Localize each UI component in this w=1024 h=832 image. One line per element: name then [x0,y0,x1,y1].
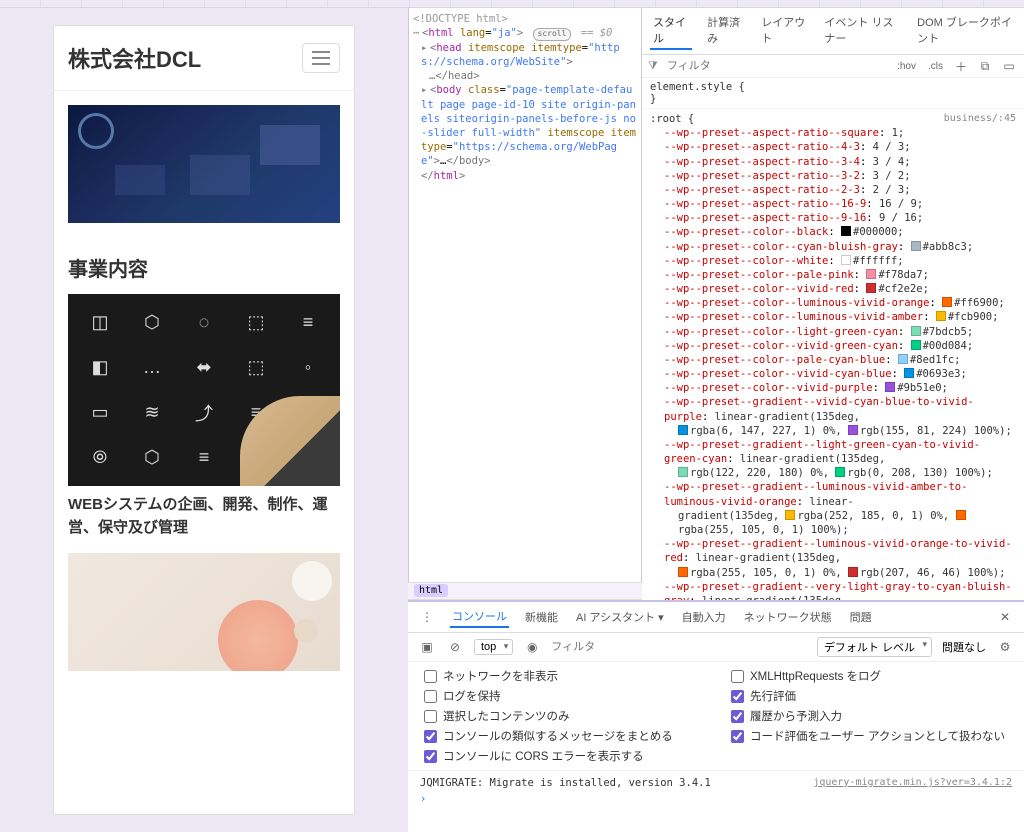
tab-event-listeners[interactable]: イベント リスナー [821,12,902,50]
styles-filter-input[interactable] [664,57,888,75]
console-setting-checkbox[interactable]: 履歴から予測入力 [731,708,1008,724]
console-setting-checkbox[interactable]: コード評価をユーザー アクションとして扱わない [731,728,1008,744]
dom-breadcrumb[interactable]: html [408,582,642,600]
responsive-preview-pane: 株式会社DCL 事業内容 ◫⬡◌⬚≡ ◧…⬌⬚◦ ▭≋⤴≡ ⦾⬡≡ WEBシステ… [0,8,408,832]
tab-ai-assistant[interactable]: AI アシスタント ▾ [574,607,666,627]
css-gradient-stops[interactable]: rgb(122, 220, 180) 0%, rgb(0, 208, 130) … [650,466,1016,480]
scroll-badge: scroll [533,28,572,41]
css-var-line[interactable]: --wp--preset--aspect-ratio--3-4: 3 / 4; [650,155,1016,169]
css-gradient-stops[interactable]: gradient(135deg, rgba(252, 185, 0, 1) 0%… [650,509,1016,537]
css-var-line[interactable]: --wp--preset--color--black: #000000; [650,225,1016,239]
computed-icon[interactable]: ⧉ [976,57,994,75]
top-ruler [0,0,1024,8]
console-setting-checkbox[interactable]: 先行評価 [731,688,1008,704]
log-source-link[interactable]: jquery-migrate.min.js?ver=3.4.1:2 [813,777,1012,789]
console-log[interactable]: JQMIGRATE: Migrate is installed, version… [408,771,1024,832]
site-title[interactable]: 株式会社DCL [68,42,201,74]
css-var-line[interactable]: --wp--preset--color--cyan-bluish-gray: #… [650,240,1016,254]
sidebar-toggle-icon[interactable]: ▣ [418,638,436,656]
tab-autofill[interactable]: 自動入力 [680,607,728,627]
hov-toggle[interactable]: :hov [894,59,919,74]
clear-console-icon[interactable]: ⊘ [446,638,464,656]
console-settings-grid: ネットワークを非表示 XMLHttpRequests をログ ログを保持 先行評… [408,662,1024,771]
css-gradient-stops[interactable]: rgba(6, 147, 227, 1) 0%, rgb(155, 81, 22… [650,424,1016,438]
dom-html-close[interactable]: </html> [413,169,637,183]
css-var-line[interactable]: --wp--preset--color--vivid-cyan-blue: #0… [650,367,1016,381]
log-level-selector[interactable]: デフォルト レベル [817,637,932,657]
css-var-line[interactable]: --wp--preset--aspect-ratio--4-3: 4 / 3; [650,140,1016,154]
log-row[interactable]: JQMIGRATE: Migrate is installed, version… [420,777,1012,789]
console-menu-icon[interactable]: ⋮ [418,608,436,626]
css-var-line[interactable]: --wp--preset--color--vivid-green-cyan: #… [650,339,1016,353]
tab-network-conditions[interactable]: ネットワーク状態 [742,607,834,627]
tab-computed[interactable]: 計算済み [704,12,746,50]
css-var-line[interactable]: --wp--preset--aspect-ratio--16-9: 16 / 9… [650,197,1016,211]
css-var-line[interactable]: --wp--preset--color--pale-pink: #f78da7; [650,268,1016,282]
filter-icon: ⧩ [648,60,658,73]
site-frame[interactable]: 株式会社DCL 事業内容 ◫⬡◌⬚≡ ◧…⬌⬚◦ ▭≋⤴≡ ⦾⬡≡ WEBシステ… [54,26,354,814]
hamburger-menu-button[interactable] [302,43,340,73]
console-filter-input[interactable] [551,641,693,653]
close-drawer-icon[interactable]: ✕ [996,608,1014,626]
live-expression-icon[interactable]: ◉ [523,638,541,656]
css-var-line[interactable]: --wp--preset--color--vivid-purple: #9b51… [650,381,1016,395]
tab-styles[interactable]: スタイル [650,12,692,50]
dom-doctype[interactable]: <!DOCTYPE html> [413,12,637,26]
console-setting-checkbox[interactable]: XMLHttpRequests をログ [731,668,1008,684]
root-source-link[interactable]: business/:45 [944,112,1016,126]
tab-whatsnew[interactable]: 新機能 [523,607,560,627]
dom-html[interactable]: ⋯<html lang="ja"> scroll == $0 [413,26,637,41]
css-var-line[interactable]: --wp--preset--color--luminous-vivid-oran… [650,296,1016,310]
cosmetics-image [68,553,340,671]
site-navbar: 株式会社DCL [54,26,354,91]
dom-body-node[interactable]: ▸<body class="page-template-default page… [413,83,637,168]
tab-dom-breakpoints[interactable]: DOM ブレークポイント [914,12,1016,50]
console-prompt[interactable]: › [420,789,1012,805]
card-caption: WEBシステムの企画、開発、制作、運営、保守及び管理 [54,486,354,553]
chalkboard-image: ◫⬡◌⬚≡ ◧…⬌⬚◦ ▭≋⤴≡ ⦾⬡≡ [68,294,340,486]
console-setting-checkbox[interactable]: ログを保持 [424,688,701,704]
tab-console[interactable]: コンソール [450,606,509,628]
styles-tabs: スタイル 計算済み レイアウト イベント リスナー DOM ブレークポイント [642,8,1024,55]
context-selector[interactable]: top [474,639,513,655]
console-setting-checkbox[interactable]: コンソールの類似するメッセージをまとめる [424,728,701,744]
chalk-icons: ◫⬡◌⬚≡ ◧…⬌⬚◦ ▭≋⤴≡ ⦾⬡≡ [78,304,330,476]
css-gradient-line[interactable]: --wp--preset--gradient--luminous-vivid-a… [650,480,1016,508]
css-var-line[interactable]: --wp--preset--color--light-green-cyan: #… [650,325,1016,339]
tab-issues[interactable]: 問題 [848,607,874,627]
css-var-line[interactable]: --wp--preset--color--pale-cyan-blue: #8e… [650,353,1016,367]
css-var-line[interactable]: --wp--preset--aspect-ratio--square: 1; [650,126,1016,140]
element-style-block[interactable]: element.style {} [642,78,1024,109]
console-drawer: ⋮ コンソール 新機能 AI アシスタント ▾ 自動入力 ネットワーク状態 問題… [408,600,1024,832]
styles-filter-row: ⧩ :hov .cls ＋ ⧉ ▭ [642,55,1024,78]
render-icon[interactable]: ▭ [1000,57,1018,75]
css-gradient-stops[interactable]: rgba(255, 105, 0, 1) 0%, rgb(207, 46, 46… [650,566,1016,580]
dom-head[interactable]: ▸<head itemscope itemtype="https://schem… [413,41,637,84]
hero-image [68,105,340,223]
console-setting-checkbox[interactable]: コンソールに CORS エラーを表示する [424,748,701,764]
cls-toggle[interactable]: .cls [925,59,946,74]
console-settings-icon[interactable]: ⚙ [996,638,1014,656]
console-tabs: ⋮ コンソール 新機能 AI アシスタント ▾ 自動入力 ネットワーク状態 問題… [408,602,1024,633]
tab-layout[interactable]: レイアウト [758,12,809,50]
eq-zero: == $0 [581,27,613,39]
css-gradient-line[interactable]: --wp--preset--gradient--light-green-cyan… [650,438,1016,466]
css-var-line[interactable]: --wp--preset--aspect-ratio--2-3: 2 / 3; [650,183,1016,197]
add-rule-icon[interactable]: ＋ [952,57,970,75]
css-var-line[interactable]: --wp--preset--color--white: #ffffff; [650,254,1016,268]
css-var-line[interactable]: --wp--preset--aspect-ratio--9-16: 9 / 16… [650,211,1016,225]
console-setting-checkbox[interactable]: 選択したコンテンツのみ [424,708,701,724]
css-var-line[interactable]: --wp--preset--color--luminous-vivid-ambe… [650,310,1016,324]
css-gradient-line[interactable]: --wp--preset--gradient--vivid-cyan-blue-… [650,395,1016,423]
root-selector[interactable]: :root { [650,112,694,126]
section-heading: 事業内容 [54,237,354,294]
css-var-line[interactable]: --wp--preset--color--vivid-red: #cf2e2e; [650,282,1016,296]
console-toolbar: ▣ ⊘ top ◉ デフォルト レベル 問題なし ⚙ [408,633,1024,662]
css-gradient-line[interactable]: --wp--preset--gradient--luminous-vivid-o… [650,537,1016,565]
console-setting-checkbox[interactable]: ネットワークを非表示 [424,668,701,684]
issues-count[interactable]: 問題なし [942,639,986,655]
css-var-line[interactable]: --wp--preset--aspect-ratio--3-2: 3 / 2; [650,169,1016,183]
